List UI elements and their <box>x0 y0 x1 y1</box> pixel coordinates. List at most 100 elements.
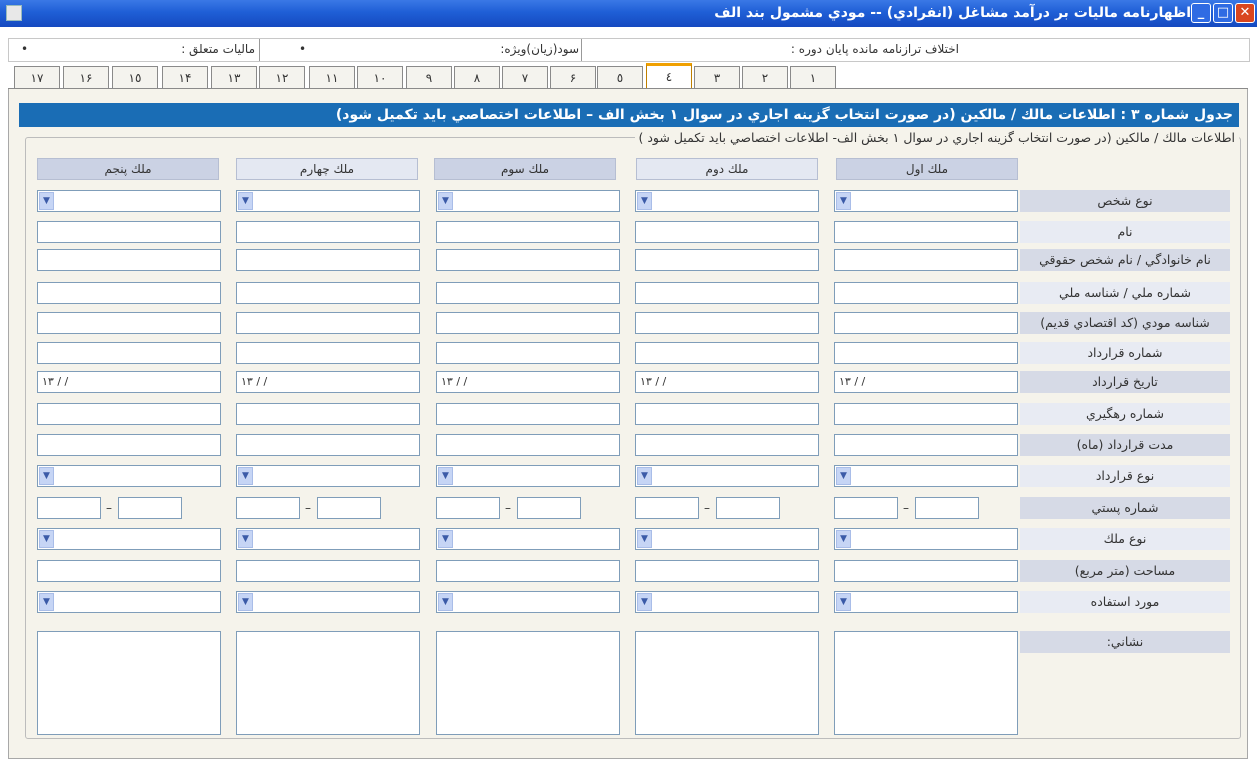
owner4-tracking-no-input[interactable] <box>236 403 420 425</box>
owner1-national-id-input[interactable] <box>834 282 1018 304</box>
owner4-contract-date-input[interactable]: ١٣ / / <box>236 371 420 393</box>
owner5-national-id-input[interactable] <box>37 282 221 304</box>
owner1-name-input[interactable] <box>834 221 1018 243</box>
tab-15[interactable]: ١٥ <box>112 66 158 88</box>
owner2-address-textarea[interactable] <box>635 631 819 735</box>
owner5-family-input[interactable] <box>37 249 221 271</box>
owner2-area-input[interactable] <box>635 560 819 582</box>
chevron-down-icon[interactable]: ▼ <box>39 593 54 611</box>
owner2-property-type-select[interactable]: ▼ <box>635 528 819 550</box>
owner3-postal-code-part1-input[interactable] <box>436 497 500 519</box>
owner4-postal-code-part2-input[interactable] <box>317 497 381 519</box>
owner1-family-input[interactable] <box>834 249 1018 271</box>
owner5-contract-type-select[interactable]: ▼ <box>37 465 221 487</box>
owner1-property-type-select[interactable]: ▼ <box>834 528 1018 550</box>
owner2-contract-no-input[interactable] <box>635 342 819 364</box>
chevron-down-icon[interactable]: ▼ <box>637 467 652 485</box>
owner1-duration-input[interactable] <box>834 434 1018 456</box>
tab-12[interactable]: ١٢ <box>259 66 305 88</box>
owner1-contract-type-select[interactable]: ▼ <box>834 465 1018 487</box>
owner5-taxpayer-id-input[interactable] <box>37 312 221 334</box>
chevron-down-icon[interactable]: ▼ <box>39 467 54 485</box>
owner1-postal-code-part2-input[interactable] <box>915 497 979 519</box>
chevron-down-icon[interactable]: ▼ <box>836 467 851 485</box>
owner4-contract-no-input[interactable] <box>236 342 420 364</box>
close-button[interactable]: ✕ <box>1235 3 1255 23</box>
owner2-postal-code-part1-input[interactable] <box>635 497 699 519</box>
owner4-address-textarea[interactable] <box>236 631 420 735</box>
tab-2[interactable]: ٢ <box>742 66 788 88</box>
owner1-usage-select[interactable]: ▼ <box>834 591 1018 613</box>
chevron-down-icon[interactable]: ▼ <box>238 192 253 210</box>
owner5-duration-input[interactable] <box>37 434 221 456</box>
tab-3[interactable]: ٣ <box>694 66 740 88</box>
owner2-contract-date-input[interactable]: ١٣ / / <box>635 371 819 393</box>
chevron-down-icon[interactable]: ▼ <box>438 530 453 548</box>
owner3-usage-select[interactable]: ▼ <box>436 591 620 613</box>
owner3-person-type-select[interactable]: ▼ <box>436 190 620 212</box>
chevron-down-icon[interactable]: ▼ <box>836 593 851 611</box>
owner1-contract-date-input[interactable]: ١٣ / / <box>834 371 1018 393</box>
owner5-person-type-select[interactable]: ▼ <box>37 190 221 212</box>
chevron-down-icon[interactable]: ▼ <box>238 467 253 485</box>
owner4-person-type-select[interactable]: ▼ <box>236 190 420 212</box>
chevron-down-icon[interactable]: ▼ <box>39 530 54 548</box>
owner5-postal-code-part2-input[interactable] <box>118 497 182 519</box>
owner2-national-id-input[interactable] <box>635 282 819 304</box>
owner4-name-input[interactable] <box>236 221 420 243</box>
tab-8[interactable]: ٨ <box>454 66 500 88</box>
chevron-down-icon[interactable]: ▼ <box>637 192 652 210</box>
owner4-family-input[interactable] <box>236 249 420 271</box>
owner4-postal-code-part1-input[interactable] <box>236 497 300 519</box>
owner3-postal-code-part2-input[interactable] <box>517 497 581 519</box>
owner5-contract-date-input[interactable]: ١٣ / / <box>37 371 221 393</box>
owner5-address-textarea[interactable] <box>37 631 221 735</box>
tab-14[interactable]: ١۴ <box>162 66 208 88</box>
owner3-name-input[interactable] <box>436 221 620 243</box>
owner4-property-type-select[interactable]: ▼ <box>236 528 420 550</box>
owner3-taxpayer-id-input[interactable] <box>436 312 620 334</box>
owner3-property-type-select[interactable]: ▼ <box>436 528 620 550</box>
tab-4[interactable]: ٤ <box>646 63 692 89</box>
owner2-usage-select[interactable]: ▼ <box>635 591 819 613</box>
owner2-duration-input[interactable] <box>635 434 819 456</box>
owner3-contract-date-input[interactable]: ١٣ / / <box>436 371 620 393</box>
tab-13[interactable]: ١٣ <box>211 66 257 88</box>
chevron-down-icon[interactable]: ▼ <box>438 192 453 210</box>
owner3-family-input[interactable] <box>436 249 620 271</box>
minimize-button[interactable]: _ <box>1191 3 1211 23</box>
owner4-contract-type-select[interactable]: ▼ <box>236 465 420 487</box>
tab-5[interactable]: ٥ <box>597 66 643 88</box>
owner5-contract-no-input[interactable] <box>37 342 221 364</box>
chevron-down-icon[interactable]: ▼ <box>238 593 253 611</box>
tab-10[interactable]: ١٠ <box>357 66 403 88</box>
owner2-postal-code-part2-input[interactable] <box>716 497 780 519</box>
owner1-area-input[interactable] <box>834 560 1018 582</box>
owner2-person-type-select[interactable]: ▼ <box>635 190 819 212</box>
owner3-address-textarea[interactable] <box>436 631 620 735</box>
owner4-duration-input[interactable] <box>236 434 420 456</box>
chevron-down-icon[interactable]: ▼ <box>637 593 652 611</box>
chevron-down-icon[interactable]: ▼ <box>39 192 54 210</box>
chevron-down-icon[interactable]: ▼ <box>836 530 851 548</box>
owner2-name-input[interactable] <box>635 221 819 243</box>
owner4-usage-select[interactable]: ▼ <box>236 591 420 613</box>
owner4-area-input[interactable] <box>236 560 420 582</box>
owner2-family-input[interactable] <box>635 249 819 271</box>
tab-11[interactable]: ١١ <box>309 66 355 88</box>
owner5-property-type-select[interactable]: ▼ <box>37 528 221 550</box>
owner3-contract-no-input[interactable] <box>436 342 620 364</box>
owner5-postal-code-part1-input[interactable] <box>37 497 101 519</box>
owner1-contract-no-input[interactable] <box>834 342 1018 364</box>
owner1-taxpayer-id-input[interactable] <box>834 312 1018 334</box>
owner3-contract-type-select[interactable]: ▼ <box>436 465 620 487</box>
chevron-down-icon[interactable]: ▼ <box>438 467 453 485</box>
chevron-down-icon[interactable]: ▼ <box>438 593 453 611</box>
owner3-area-input[interactable] <box>436 560 620 582</box>
owner5-area-input[interactable] <box>37 560 221 582</box>
chevron-down-icon[interactable]: ▼ <box>238 530 253 548</box>
tab-9[interactable]: ٩ <box>406 66 452 88</box>
owner3-duration-input[interactable] <box>436 434 620 456</box>
tab-7[interactable]: ٧ <box>502 66 548 88</box>
owner5-tracking-no-input[interactable] <box>37 403 221 425</box>
